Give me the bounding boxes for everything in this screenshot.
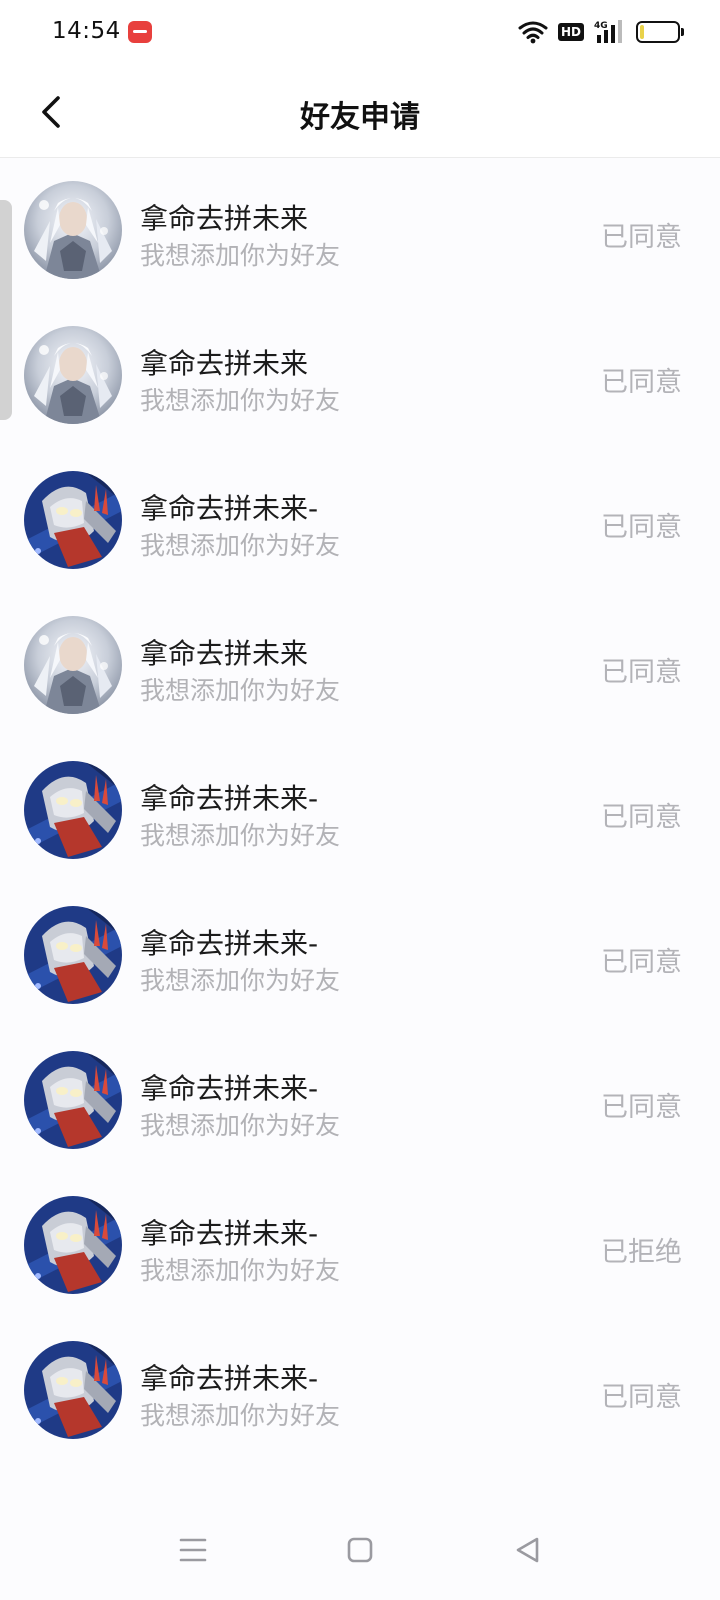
request-status: 已同意 xyxy=(601,512,682,543)
avatar[interactable] xyxy=(24,1051,122,1149)
requester-name: 拿命去拼未来 xyxy=(140,637,309,670)
wifi-icon xyxy=(518,20,548,44)
menu-icon[interactable] xyxy=(173,1530,213,1570)
request-status: 已同意 xyxy=(601,367,682,398)
requester-name: 拿命去拼未来- xyxy=(140,927,319,960)
nav-header: 好友申请 xyxy=(0,66,720,158)
request-message: 我想添加你为好友 xyxy=(140,241,341,270)
request-message: 我想添加你为好友 xyxy=(140,1111,341,1140)
request-message: 我想添加你为好友 xyxy=(140,966,341,995)
request-message: 我想添加你为好友 xyxy=(140,821,341,850)
requester-name: 拿命去拼未来- xyxy=(140,782,319,815)
request-status: 已同意 xyxy=(601,802,682,833)
request-message: 我想添加你为好友 xyxy=(140,1256,341,1285)
hd-icon: HD xyxy=(557,23,584,41)
avatar[interactable] xyxy=(24,906,122,1004)
request-status: 已同意 xyxy=(601,947,682,978)
friend-request-item[interactable]: 拿命去拼未来- 我想添加你为好友 已同意 xyxy=(0,450,720,595)
friend-request-item[interactable]: 拿命去拼未来- 我想添加你为好友 已同意 xyxy=(0,1030,720,1175)
requester-name: 拿命去拼未来- xyxy=(140,1362,319,1395)
avatar[interactable] xyxy=(24,1341,122,1439)
network-type-label: 4G xyxy=(594,21,608,31)
avatar[interactable] xyxy=(24,471,122,569)
friend-request-list: 拿命去拼未来 我想添加你为好友 已同意 拿命去拼未来 我想添加你为好友 已同意 xyxy=(0,160,720,1465)
request-status: 已同意 xyxy=(601,1382,682,1413)
system-nav-bar xyxy=(0,1500,720,1600)
signal-icon: 4G xyxy=(594,19,626,45)
friend-request-item[interactable]: 拿命去拼未来- 我想添加你为好友 已同意 xyxy=(0,885,720,1030)
avatar[interactable] xyxy=(24,616,122,714)
battery-level xyxy=(640,25,644,39)
status-time: 14:54 xyxy=(52,18,121,44)
avatar[interactable] xyxy=(24,761,122,859)
request-message: 我想添加你为好友 xyxy=(140,1401,341,1430)
home-icon[interactable] xyxy=(340,1530,380,1570)
avatar[interactable] xyxy=(24,1196,122,1294)
friend-request-item[interactable]: 拿命去拼未来- 我想添加你为好友 已同意 xyxy=(0,740,720,885)
request-message: 我想添加你为好友 xyxy=(140,676,341,705)
app-notification-icon xyxy=(128,21,152,43)
friend-request-item[interactable]: 拿命去拼未来 我想添加你为好友 已同意 xyxy=(0,305,720,450)
request-message: 我想添加你为好友 xyxy=(140,386,341,415)
status-icons: HD 4G xyxy=(518,18,684,46)
friend-request-item[interactable]: 拿命去拼未来 我想添加你为好友 已同意 xyxy=(0,595,720,740)
friend-request-item[interactable]: 拿命去拼未来 我想添加你为好友 已同意 xyxy=(0,160,720,305)
avatar[interactable] xyxy=(24,326,122,424)
friend-request-item[interactable]: 拿命去拼未来- 我想添加你为好友 已同意 xyxy=(0,1320,720,1465)
request-status: 已拒绝 xyxy=(601,1237,682,1268)
requester-name: 拿命去拼未来 xyxy=(140,202,309,235)
request-status: 已同意 xyxy=(601,222,682,253)
request-status: 已同意 xyxy=(601,1092,682,1123)
page-title: 好友申请 xyxy=(300,100,420,135)
request-status: 已同意 xyxy=(601,657,682,688)
requester-name: 拿命去拼未来 xyxy=(140,347,309,380)
requester-name: 拿命去拼未来- xyxy=(140,1072,319,1105)
battery-icon xyxy=(636,21,684,43)
request-message: 我想添加你为好友 xyxy=(140,531,341,560)
friend-request-item[interactable]: 拿命去拼未来- 我想添加你为好友 已拒绝 xyxy=(0,1175,720,1320)
avatar[interactable] xyxy=(24,181,122,279)
requester-name: 拿命去拼未来- xyxy=(140,492,319,525)
status-bar: 14:54 HD 4G xyxy=(0,0,720,66)
requester-name: 拿命去拼未来- xyxy=(140,1217,319,1250)
back-triangle-icon[interactable] xyxy=(508,1530,548,1570)
